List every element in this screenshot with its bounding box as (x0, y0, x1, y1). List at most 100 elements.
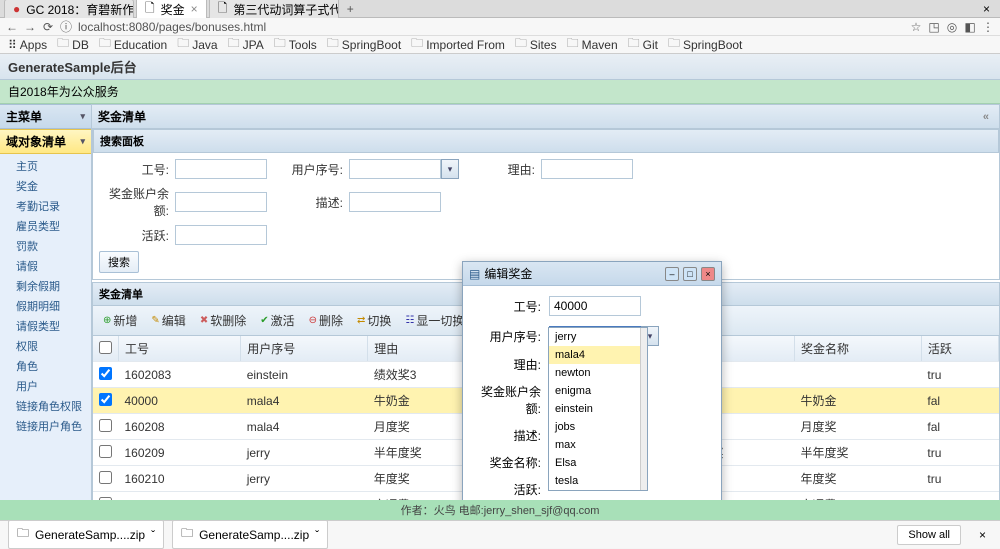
sidebar-item[interactable]: 用户 (0, 376, 91, 396)
minimize-icon[interactable]: – (665, 267, 679, 281)
search-button[interactable]: 搜索 (99, 251, 139, 273)
edit-button[interactable]: ✎编辑 (145, 309, 191, 332)
show-all-button[interactable]: Show all (897, 525, 961, 545)
bookmark-folder[interactable]: 🗀Git (628, 34, 658, 55)
sidebar-group-domain[interactable]: 域对象清单▾ (0, 129, 91, 154)
bookmark-folder[interactable]: 🗀Java (177, 34, 217, 55)
dropdown-option[interactable]: mala4 (549, 346, 647, 364)
bookmark-folder[interactable]: 🗀Maven (567, 34, 618, 55)
ext-icon[interactable]: ◳ (928, 20, 940, 34)
close-icon[interactable]: × (973, 528, 992, 542)
dropdown-option[interactable]: einstein (549, 400, 647, 418)
menu-icon[interactable]: ⋮ (982, 20, 994, 34)
dropdown-option[interactable]: max (549, 436, 647, 454)
apps-icon[interactable]: ⠿ Apps (8, 38, 47, 52)
sidebar-group-main[interactable]: 主菜单▾ (0, 104, 91, 129)
form-icon: ▤ (469, 267, 480, 281)
dropdown-option[interactable]: Elsa (549, 454, 647, 472)
bookmark-folder[interactable]: 🗀SpringBoot (668, 34, 742, 55)
sidebar-item[interactable]: 罚款 (0, 236, 91, 256)
sidebar-item[interactable]: 奖金 (0, 176, 91, 196)
cell: mala4 (241, 414, 368, 440)
row-checkbox[interactable] (99, 367, 112, 380)
activate-icon: ✔ (260, 315, 268, 326)
cell: mala4 (241, 388, 368, 414)
search-ly-input[interactable] (541, 159, 633, 179)
download-item[interactable]: 🗀GenerateSamp....zipˇ (172, 520, 328, 549)
back-icon[interactable]: ← (6, 20, 18, 34)
dropdown-option[interactable]: enigma (549, 382, 647, 400)
chevron-down-icon[interactable]: ˇ (151, 528, 155, 542)
bookmark-folder[interactable]: 🗀DB (57, 34, 89, 55)
bookmark-folder[interactable]: 🗀Tools (274, 34, 317, 55)
close-icon[interactable]: × (191, 2, 198, 16)
add-button[interactable]: ⊕新增 (97, 309, 143, 332)
collapse-icon[interactable]: « (983, 111, 989, 123)
dropdown-option[interactable]: jobs (549, 418, 647, 436)
col-yhxh[interactable]: 用户序号 (241, 336, 368, 362)
cell: 半年度奖 (794, 440, 921, 466)
bookmark-folder[interactable]: 🗀JPA (228, 34, 264, 55)
dropdown-option[interactable]: jerry (549, 328, 647, 346)
chevron-down-icon[interactable]: ▾ (441, 159, 459, 179)
search-gh-input[interactable] (175, 159, 267, 179)
star-icon[interactable]: ☆ (910, 20, 922, 34)
col-gh[interactable]: 工号 (119, 336, 241, 362)
sidebar-item[interactable]: 主页 (0, 156, 91, 176)
activate-button[interactable]: ✔激活 (254, 309, 300, 332)
swap-button[interactable]: ⇄切换 (351, 309, 397, 332)
row-checkbox[interactable] (99, 497, 112, 501)
maximize-icon[interactable]: □ (683, 267, 697, 281)
showone-button[interactable]: ☷显一切换 (399, 309, 470, 332)
sidebar-list: 主页 奖金 考勤记录 雇员类型 罚款 请假 剩余假期 假期明细 请假类型 权限 … (0, 154, 91, 438)
window-close-icon[interactable]: × (977, 2, 996, 16)
sidebar-item[interactable]: 请假 (0, 256, 91, 276)
address-text[interactable]: localhost:8080/pages/bonuses.html (78, 20, 904, 34)
bookmark-folder[interactable]: 🗀Education (99, 34, 167, 55)
new-tab-button[interactable]: + (341, 2, 360, 16)
row-checkbox[interactable] (99, 393, 112, 406)
dropdown-option[interactable]: newton (549, 364, 647, 382)
search-jjzhye-input[interactable] (175, 192, 267, 212)
bookmark-folder[interactable]: 🗀Sites (515, 34, 557, 55)
search-hy-input[interactable] (175, 225, 267, 245)
label-ly: 理由: (473, 356, 549, 373)
sidebar-item[interactable]: 考勤记录 (0, 196, 91, 216)
sidebar-item[interactable]: 链接用户角色 (0, 416, 91, 436)
forward-icon[interactable]: → (24, 20, 36, 34)
edit-gh-input[interactable] (549, 296, 641, 316)
download-item[interactable]: 🗀GenerateSamp....zipˇ (8, 520, 164, 549)
bookmark-folder[interactable]: 🗀SpringBoot (327, 34, 401, 55)
sidebar-item[interactable]: 假期明细 (0, 296, 91, 316)
close-icon[interactable]: × (701, 267, 715, 281)
row-checkbox[interactable] (99, 471, 112, 484)
softdelete-button[interactable]: ✖软删除 (194, 309, 252, 332)
col-hy[interactable]: 活跃 (921, 336, 998, 362)
label-jjmc: 奖金名称: (473, 454, 549, 471)
select-all-checkbox[interactable] (99, 341, 112, 354)
ext-icon[interactable]: ◧ (964, 20, 976, 34)
sidebar-item[interactable]: 角色 (0, 356, 91, 376)
sidebar-item[interactable]: 请假类型 (0, 316, 91, 336)
plus-icon: ⊕ (103, 315, 111, 326)
chevron-down-icon[interactable]: ˇ (315, 528, 319, 542)
cell: jerry (241, 492, 368, 501)
sidebar-item[interactable]: 链接角色权限 (0, 396, 91, 416)
col-jjmc[interactable]: 奖金名称 (794, 336, 921, 362)
sidebar-item[interactable]: 剩余假期 (0, 276, 91, 296)
dropdown-option[interactable]: tesla (549, 472, 647, 490)
info-icon[interactable]: ⓘ (60, 18, 72, 35)
ext-icon[interactable]: ◎ (946, 20, 958, 34)
row-checkbox[interactable] (99, 419, 112, 432)
browser-tab[interactable]: ●GC 2018：育碧新作《纪元× (4, 0, 134, 19)
showone-icon: ☷ (405, 315, 414, 326)
bookmark-folder[interactable]: 🗀Imported From (411, 34, 505, 55)
scrollbar[interactable] (640, 328, 647, 490)
row-checkbox[interactable] (99, 445, 112, 458)
search-ms-input[interactable] (349, 192, 441, 212)
delete-button[interactable]: ⊖删除 (303, 309, 349, 332)
reload-icon[interactable]: ⟳ (42, 20, 54, 34)
sidebar-item[interactable]: 权限 (0, 336, 91, 356)
search-yhxh-combo[interactable] (349, 159, 441, 179)
sidebar-item[interactable]: 雇员类型 (0, 216, 91, 236)
